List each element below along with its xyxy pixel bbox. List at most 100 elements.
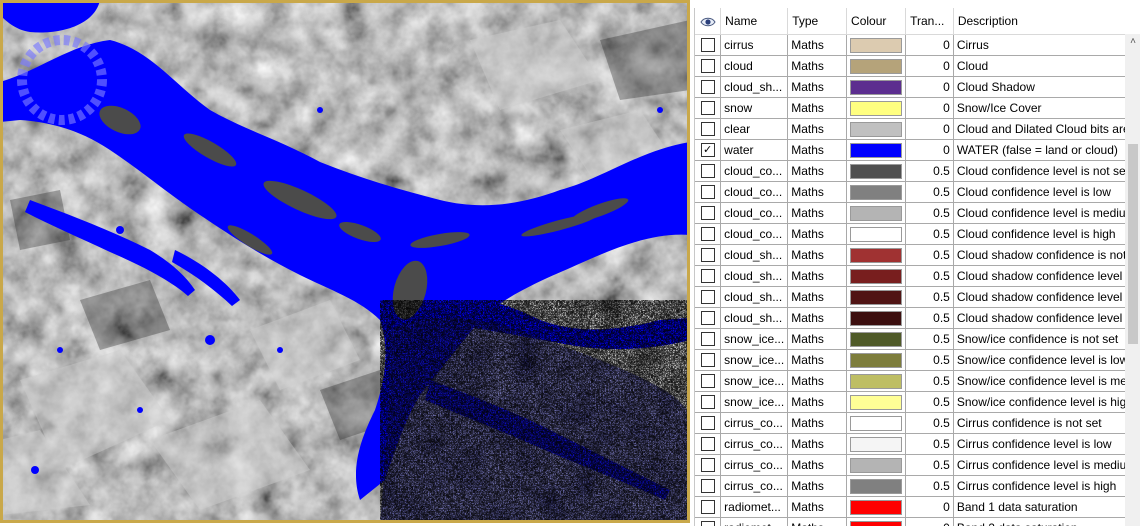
colour-swatch[interactable] <box>850 331 903 347</box>
visibility-cell[interactable] <box>695 286 722 308</box>
colour-cell[interactable] <box>846 223 907 245</box>
mask-row[interactable]: cirrus Maths 0 Cirrus <box>695 34 1140 56</box>
colour-cell[interactable] <box>846 181 907 203</box>
chevron-up-icon[interactable]: ˄ <box>1127 36 1139 48</box>
colour-swatch[interactable] <box>850 310 903 326</box>
colour-swatch[interactable] <box>850 499 903 515</box>
mask-row[interactable]: cloud_co... Maths 0.5 Cloud confidence leve… <box>695 160 1140 182</box>
visibility-checkbox[interactable] <box>700 206 715 221</box>
colour-swatch[interactable] <box>850 289 903 305</box>
visibility-cell[interactable] <box>695 76 722 98</box>
visibility-cell[interactable] <box>695 370 722 392</box>
visibility-cell[interactable] <box>695 328 722 350</box>
colour-cell[interactable] <box>846 76 907 98</box>
mask-row[interactable]: cloud_sh... Maths 0 Cloud Shadow <box>695 76 1140 98</box>
colour-cell[interactable] <box>846 475 907 497</box>
mask-row[interactable]: snow_ice... Maths 0.5 Snow/ice confidence i… <box>695 328 1140 350</box>
colour-cell[interactable] <box>846 307 907 329</box>
mask-row[interactable]: cloud_sh... Maths 0.5 Cloud shadow confiden… <box>695 286 1140 308</box>
mask-row[interactable]: cirrus_co... Maths 0.5 Cirrus confidence le… <box>695 454 1140 476</box>
visibility-checkbox[interactable] <box>700 185 715 200</box>
visibility-cell[interactable] <box>695 202 722 224</box>
mask-row[interactable]: cloud Maths 0 Cloud <box>695 55 1140 77</box>
colour-cell[interactable] <box>846 244 907 266</box>
visibility-cell[interactable] <box>695 34 722 56</box>
colour-swatch[interactable] <box>850 373 903 389</box>
colour-cell[interactable] <box>846 286 907 308</box>
colour-cell[interactable] <box>846 391 907 413</box>
mask-row[interactable]: clear Maths 0 Cloud and Dilated Cloud bits … <box>695 118 1140 140</box>
visibility-checkbox[interactable] <box>700 353 715 368</box>
colour-cell[interactable] <box>846 118 907 140</box>
mask-row[interactable]: cirrus_co... Maths 0.5 Cirrus confidence le… <box>695 475 1140 497</box>
mask-row[interactable]: radiomet...Maths 0Band 2 data saturation <box>695 517 1140 526</box>
visibility-cell[interactable] <box>695 55 722 77</box>
visibility-checkbox[interactable] <box>700 248 715 263</box>
mask-row[interactable]: snow_ice... Maths 0.5 Snow/ice confidence l… <box>695 391 1140 413</box>
visibility-checkbox[interactable] <box>700 38 715 53</box>
visibility-checkbox[interactable] <box>700 521 715 526</box>
mask-row[interactable]: cloud_co... Maths 0.5 Cloud confidence leve… <box>695 181 1140 203</box>
visibility-checkbox[interactable] <box>700 164 715 179</box>
visibility-cell[interactable] <box>695 160 722 182</box>
colour-cell[interactable] <box>846 496 907 518</box>
description-column-header[interactable]: Description <box>953 8 1140 35</box>
visibility-cell[interactable] <box>695 307 722 329</box>
visibility-cell[interactable] <box>695 223 722 245</box>
visibility-checkbox[interactable] <box>700 269 715 284</box>
colour-cell[interactable] <box>846 328 907 350</box>
visibility-cell[interactable] <box>695 391 722 413</box>
colour-cell[interactable] <box>846 55 907 77</box>
colour-cell[interactable] <box>846 139 907 161</box>
colour-swatch[interactable] <box>850 58 903 74</box>
visibility-checkbox[interactable] <box>700 479 715 494</box>
visibility-cell[interactable] <box>695 118 722 140</box>
mask-row[interactable]: snow_ice... Maths 0.5 Snow/ice confidence l… <box>695 349 1140 371</box>
mask-row[interactable]: cloud_co... Maths 0.5 Cloud confidence leve… <box>695 223 1140 245</box>
visibility-checkbox[interactable] <box>700 290 715 305</box>
colour-cell[interactable] <box>846 433 907 455</box>
satellite-map-view[interactable] <box>0 0 690 523</box>
visibility-checkbox[interactable] <box>700 101 715 116</box>
mask-row[interactable]: cirrus_co... Maths 0.5 Cirrus confidence is… <box>695 412 1140 434</box>
colour-cell[interactable] <box>846 517 907 526</box>
colour-swatch[interactable] <box>850 520 903 526</box>
visibility-checkbox[interactable] <box>700 122 715 137</box>
type-column-header[interactable]: Type <box>787 8 848 35</box>
visibility-checkbox[interactable] <box>700 500 715 515</box>
colour-swatch[interactable] <box>850 121 903 137</box>
colour-swatch[interactable] <box>850 268 903 284</box>
colour-cell[interactable] <box>846 265 907 287</box>
colour-cell[interactable] <box>846 160 907 182</box>
colour-cell[interactable] <box>846 370 907 392</box>
colour-cell[interactable] <box>846 34 907 56</box>
mask-row[interactable]: snow Maths 0 Snow/Ice Cover <box>695 97 1140 119</box>
colour-swatch[interactable] <box>850 100 903 116</box>
colour-swatch[interactable] <box>850 163 903 179</box>
visibility-cell[interactable] <box>695 97 722 119</box>
colour-swatch[interactable] <box>850 37 903 53</box>
mask-row[interactable]: radiomet... Maths 0 Band 1 data saturation <box>695 496 1140 518</box>
colour-cell[interactable] <box>846 412 907 434</box>
visibility-checkbox[interactable] <box>700 395 715 410</box>
mask-row[interactable]: ✓ water Maths 0 WATER (false = land or cloud… <box>695 139 1140 161</box>
visibility-checkbox[interactable] <box>700 80 715 95</box>
scrollbar-thumb[interactable] <box>1128 144 1138 345</box>
colour-cell[interactable] <box>846 349 907 371</box>
visibility-cell[interactable] <box>695 496 722 518</box>
colour-swatch[interactable] <box>850 205 903 221</box>
visibility-checkbox[interactable] <box>700 416 715 431</box>
visibility-cell[interactable] <box>695 265 722 287</box>
mask-row[interactable]: snow_ice... Maths 0.5 Snow/ice confidence l… <box>695 370 1140 392</box>
visibility-checkbox[interactable] <box>700 332 715 347</box>
colour-swatch[interactable] <box>850 352 903 368</box>
visibility-cell[interactable] <box>695 412 722 434</box>
mask-row[interactable]: cirrus_co... Maths 0.5 Cirrus confidence le… <box>695 433 1140 455</box>
visibility-checkbox[interactable] <box>700 374 715 389</box>
colour-swatch[interactable] <box>850 226 903 242</box>
colour-cell[interactable] <box>846 97 907 119</box>
colour-cell[interactable] <box>846 454 907 476</box>
mask-row[interactable]: cloud_sh... Maths 0.5 Cloud shadow confiden… <box>695 244 1140 266</box>
colour-swatch[interactable] <box>850 394 903 410</box>
visibility-cell[interactable] <box>695 244 722 266</box>
